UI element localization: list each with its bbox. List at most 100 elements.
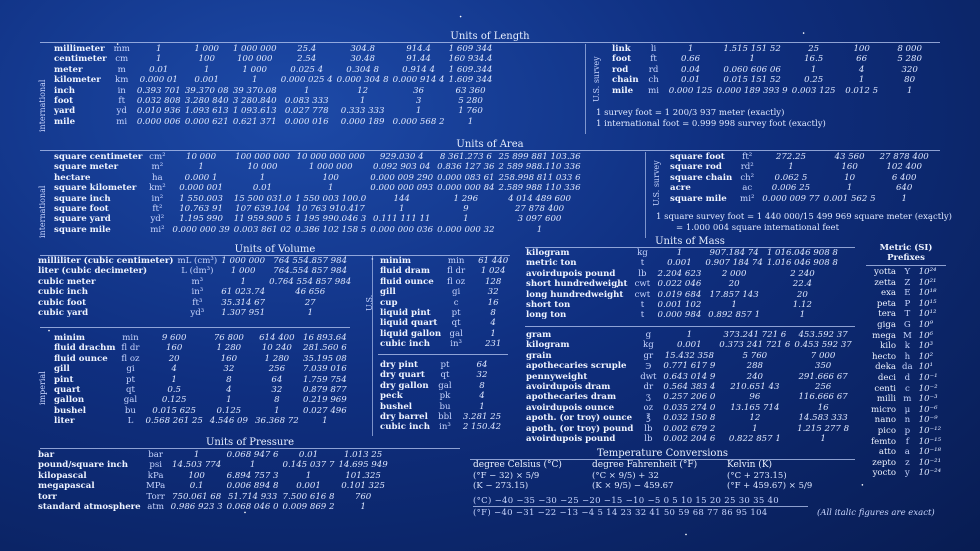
- unit-symbol: μ: [904, 404, 911, 415]
- conversion-value: 8: [274, 395, 280, 406]
- conversion-value: 7.500 616 8: [282, 491, 335, 502]
- conversion-value: 32: [223, 364, 235, 375]
- table-row: dry gallon gal 8: [378, 381, 506, 391]
- unit-symbol: ft³: [192, 297, 203, 308]
- table-row: millimeter mm 1 1 000 1 000 000 25.4 304.8 914.…: [52, 44, 495, 54]
- conversion-value: 25 899 881 103.36: [498, 152, 581, 162]
- unit-name: bushel: [380, 401, 413, 412]
- conversion-value: 8: [490, 308, 496, 319]
- conversion-value: 4 014 489 600: [508, 193, 571, 204]
- conversion-value: 1: [322, 416, 328, 427]
- unit-name: femto: [871, 436, 897, 447]
- conversion-value: 0.66: [680, 54, 701, 65]
- table-row: square centimeter cm² 10 000 100 000 000 10 …: [52, 152, 583, 162]
- conversion-value: 1 296: [453, 193, 479, 204]
- conversion-value: 750.061 68: [172, 491, 222, 502]
- conversion-value: 0.068 947 6: [226, 450, 279, 460]
- area-us-label: U.S. survey: [652, 160, 661, 206]
- unit-symbol: kPa: [147, 470, 164, 481]
- conversion-value: 10⁻¹⁸: [918, 447, 942, 458]
- conversion-value: 16.5: [804, 54, 824, 65]
- conversion-value: 3: [415, 96, 422, 107]
- unit-name: mega: [872, 330, 897, 341]
- conversion-value: 0.015 625: [152, 405, 197, 416]
- conversion-value: 453.592 37: [798, 330, 848, 340]
- celsius-formula-1: (°F − 32) × 5/9: [473, 470, 540, 481]
- unit-name: liquid pint: [380, 308, 431, 319]
- unit-name: millimeter: [54, 44, 105, 54]
- conversion-value: 1 280: [216, 343, 242, 354]
- conversion-value: 0.643 014 9: [663, 371, 716, 382]
- table-row: dry pint pt 64: [378, 360, 506, 370]
- conversion-value: 0.101 325: [341, 481, 385, 492]
- unit-name: deci: [877, 372, 897, 383]
- conversion-value: 4: [490, 318, 496, 329]
- unit-symbol: qt: [440, 370, 450, 381]
- conversion-value: 1 195 990.046 3: [295, 214, 367, 225]
- unit-name: dry gallon: [380, 380, 429, 391]
- unit-name: hectare: [54, 172, 91, 183]
- table-row: fluid ounce fl oz 20 160 1 280 35.195 08: [52, 354, 349, 364]
- conversion-value: 1: [307, 308, 313, 319]
- conversion-value: 914.4: [406, 44, 431, 54]
- conversion-value: 91.44: [406, 54, 431, 65]
- conversion-value: 32: [271, 385, 283, 396]
- conversion-value: 0.083 333: [284, 96, 329, 107]
- fahrenheit-block: degree Fahrenheit (°F) (°C × 9/5) + 32 (…: [592, 460, 697, 492]
- conversion-value: 144: [393, 193, 410, 204]
- unit-name: short ton: [526, 300, 571, 311]
- conversion-value: 10⁻²: [918, 383, 938, 394]
- table-row: long hundredweight cwt 0.019 684 17.857 143…: [524, 290, 840, 300]
- conversion-value: 1: [251, 75, 258, 86]
- unit-symbol: ℥: [645, 413, 651, 424]
- unit-symbol: qt: [451, 318, 461, 329]
- unit-name: kilo: [880, 341, 897, 352]
- conversion-value: 1.195 990: [179, 214, 223, 225]
- conversion-value: 1: [226, 395, 232, 406]
- unit-name: long ton: [526, 310, 567, 321]
- conversion-value: 11 959.900 5: [233, 214, 292, 225]
- conversion-value: 100: [188, 470, 205, 481]
- volume-divider: [372, 256, 373, 436]
- unit-name: bushel: [54, 405, 87, 416]
- conversion-value: 231: [484, 339, 502, 350]
- conversion-value: 1: [203, 64, 210, 75]
- conversion-value: 1 760: [458, 106, 483, 117]
- conversion-value: 4.546 09: [209, 416, 248, 427]
- table-row: avoirdupois pound lb 2.204 623 2 000 2 240: [524, 269, 840, 279]
- conversion-value: 160: [220, 353, 238, 364]
- conversion-value: 1: [731, 300, 737, 311]
- temperature-scale-rule: [473, 506, 808, 507]
- conversion-value: 1: [820, 434, 826, 445]
- table-row: apoth. (or troy) ounce ℥ 0.032 150 8 12 14.5…: [524, 413, 854, 423]
- table-row: long ton t 0.000 984 0.892 857 1 1: [524, 310, 840, 320]
- unit-name: gram: [526, 330, 552, 340]
- conversion-value: 13.165 714: [730, 402, 780, 413]
- conversion-value: 2.204 623: [657, 268, 702, 279]
- table-row: zetta Z 10²¹: [868, 278, 944, 289]
- conversion-value: 1: [686, 330, 693, 340]
- conversion-value: 15.432 358: [664, 350, 714, 361]
- conversion-value: 10 240: [261, 343, 292, 354]
- pressure-title: Units of Pressure: [205, 437, 295, 448]
- conversion-value: 63 360: [455, 85, 486, 96]
- table-row: foot ft 0.032 808 3.280 840 3 280.840 0.083 3…: [52, 96, 495, 106]
- unit-symbol: mL (cm³): [177, 256, 218, 266]
- conversion-value: 16: [817, 402, 829, 413]
- conversion-value: 0.386 102 158 5: [295, 224, 367, 235]
- conversion-value: 0.019 684: [657, 289, 702, 300]
- unit-name: liter: [54, 416, 75, 427]
- conversion-value: 10²: [918, 351, 934, 362]
- conversion-value: 0.257 206 0: [663, 392, 716, 403]
- unit-name: peta: [876, 298, 897, 309]
- conversion-value: 25: [808, 44, 820, 54]
- conversion-value: 0.001 102: [657, 300, 702, 311]
- conversion-value: 102 400: [886, 162, 922, 173]
- table-row: atto a 10⁻¹⁸: [868, 447, 944, 458]
- unit-symbol: d: [904, 372, 911, 383]
- conversion-value: 0.012 5: [845, 85, 879, 96]
- conversion-value: 0.01: [680, 75, 701, 86]
- conversion-value: 0.25: [804, 75, 824, 86]
- kelvin-heading: Kelvin (K): [727, 460, 773, 470]
- mass-table-b: gram g 1 373.241 721 6 453.592 37 kilogram kg 0…: [524, 330, 854, 444]
